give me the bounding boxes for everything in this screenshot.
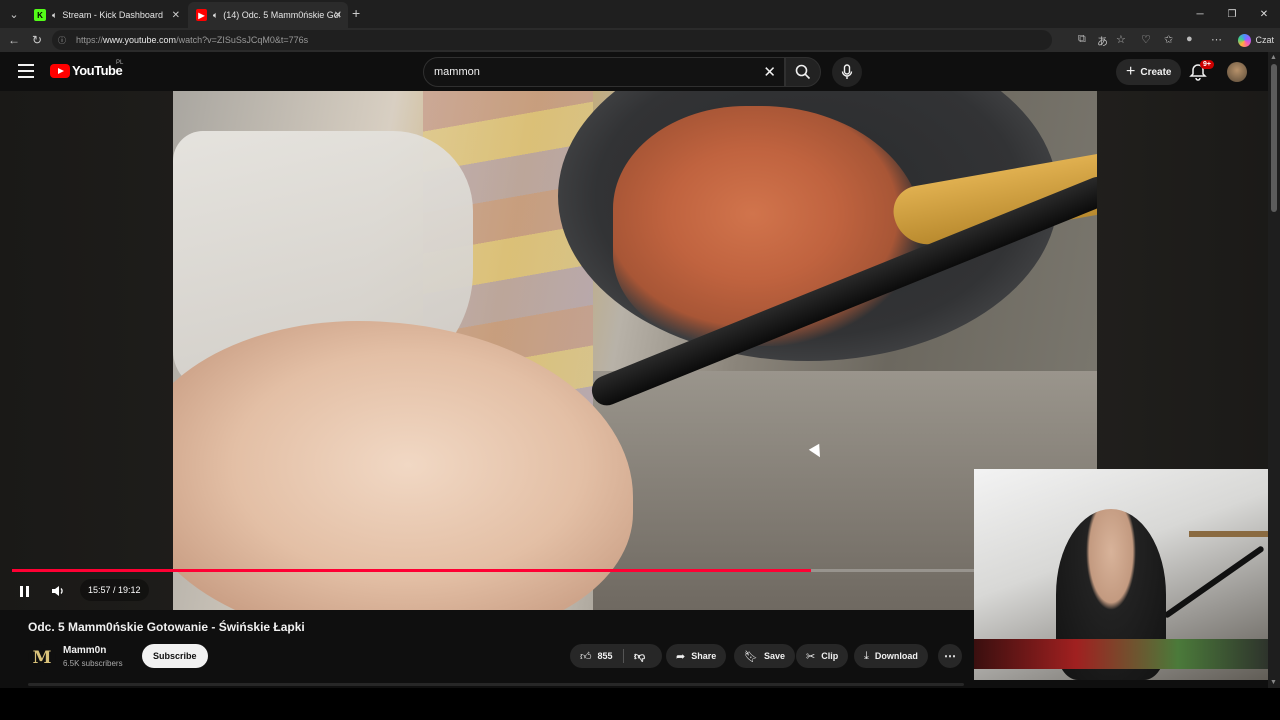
favorite-star-icon[interactable]: ☆	[1116, 33, 1126, 46]
youtube-wordmark: YouTube	[72, 63, 123, 78]
youtube-header: YouTube PL ✕ + Create 9+	[0, 52, 1268, 92]
like-dislike-group: 👍︎ 855 👎︎	[570, 644, 662, 668]
address-toolbar: ← ↻ ⓘ https://www.youtube.com/watch?v=ZI…	[0, 28, 1280, 52]
channel-avatar[interactable]: M	[28, 644, 56, 672]
thumbs-up-icon: 👍︎	[580, 650, 592, 663]
download-icon: ⤓	[864, 649, 869, 662]
maximize-icon[interactable]: ❐	[1216, 0, 1248, 28]
tab-title: (14) Odc. 5 Mamm0ńskie Gotow	[223, 10, 340, 20]
download-button[interactable]: ⤓ Download	[854, 644, 928, 668]
plus-icon: +	[1126, 63, 1136, 80]
browser-essentials-icon[interactable]: ♡	[1141, 33, 1151, 46]
clip-button[interactable]: ✂ Clip	[796, 644, 849, 668]
close-window-icon[interactable]: ✕	[1248, 0, 1280, 28]
url-host: www.youtube.com	[103, 35, 177, 45]
like-button[interactable]: 👍︎ 855	[570, 644, 623, 668]
subscribe-button[interactable]: Subscribe	[142, 644, 208, 668]
new-tab-icon[interactable]: +	[352, 5, 360, 21]
browser-tab-bar: ⌄ K 🔈︎ Stream - Kick Dashboard ✕ ▶ 🔈︎ (1…	[0, 0, 1280, 28]
copilot-button[interactable]: Czat	[1238, 31, 1274, 49]
refresh-icon[interactable]: ↻	[29, 32, 45, 48]
share-button[interactable]: ➦ Share	[666, 644, 727, 668]
download-label: Download	[874, 651, 918, 661]
create-label: Create	[1140, 66, 1172, 78]
search-button[interactable]	[785, 57, 821, 87]
youtube-play-icon	[50, 63, 70, 78]
scroll-down-icon[interactable]: ▼	[1270, 679, 1277, 686]
favorites-icon[interactable]: ✩	[1164, 33, 1173, 46]
save-button[interactable]: 🔖︎ Save	[734, 644, 795, 668]
share-label: Share	[691, 651, 717, 661]
voice-search-button[interactable]	[832, 57, 862, 87]
kick-logo-icon: K	[34, 9, 46, 21]
pause-icon	[19, 585, 23, 597]
country-code: PL	[116, 60, 124, 66]
settings-more-icon[interactable]: ⋯	[1211, 33, 1222, 46]
description-box-edge	[28, 683, 964, 686]
translate-icon[interactable]: あ	[1097, 33, 1108, 49]
search-input[interactable]	[434, 66, 734, 78]
minimize-icon[interactable]: ─	[1184, 0, 1216, 28]
share-arrow-icon: ➦	[676, 650, 686, 663]
more-actions-button[interactable]: ⋯	[938, 644, 962, 668]
copilot-label: Czat	[1255, 35, 1274, 45]
page-scrollbar[interactable]: ▲ ▼	[1268, 52, 1280, 688]
notification-badge: 9+	[1200, 60, 1214, 69]
bottom-black-band	[0, 688, 1280, 720]
tab-kick-dashboard[interactable]: K 🔈︎ Stream - Kick Dashboard ✕	[26, 2, 186, 28]
scrollbar-thumb[interactable]	[1271, 64, 1277, 212]
window-controls: ─ ❐ ✕	[1184, 0, 1280, 28]
time-display: 15:57 / 19:12	[80, 579, 149, 601]
url-path: /watch?v=ZISuSsJCqM0&t=776s	[176, 35, 309, 45]
video-title: Odc. 5 Mamm0ńskie Gotowanie - Świńskie Ł…	[28, 620, 305, 634]
youtube-favicon-icon: ▶	[196, 9, 207, 21]
speaker-icon: 🔈︎	[52, 9, 58, 20]
scroll-up-icon[interactable]: ▲	[1270, 54, 1277, 61]
progress-played	[12, 569, 812, 572]
more-horizontal-icon: ⋯	[944, 649, 956, 663]
profile-icon[interactable]: ●	[1186, 33, 1193, 45]
search-box: ✕	[423, 57, 785, 87]
volume-icon	[52, 586, 63, 596]
search-icon	[795, 64, 811, 80]
volume-button[interactable]	[48, 581, 68, 601]
progress-bar[interactable]	[12, 569, 974, 572]
tab-title: Stream - Kick Dashboard	[62, 10, 163, 20]
clip-label: Clip	[821, 651, 839, 661]
copilot-icon	[1238, 33, 1252, 47]
save-label: Save	[763, 651, 785, 661]
tab-youtube-video[interactable]: ▶ 🔈︎ (14) Odc. 5 Mamm0ńskie Gotow ✕	[188, 2, 348, 28]
clear-search-icon[interactable]: ✕	[763, 63, 776, 81]
create-button[interactable]: + Create	[1116, 59, 1182, 85]
channel-name[interactable]: Mamm0n	[63, 645, 106, 656]
close-tab-icon[interactable]: ✕	[172, 10, 180, 21]
speaker-icon[interactable]: 🔈︎	[213, 10, 218, 21]
subscriber-count: 6.5K subscribers	[63, 659, 123, 668]
close-tab-icon[interactable]: ✕	[334, 10, 342, 21]
pause-button[interactable]	[14, 581, 34, 601]
video-frame[interactable]	[173, 91, 1097, 610]
microphone-icon	[841, 64, 853, 79]
back-arrow-icon[interactable]: ←	[6, 32, 22, 48]
url-field[interactable]: ⓘ https://www.youtube.com/watch?v=ZISuSs…	[52, 30, 1052, 50]
url-scheme: https://	[76, 35, 104, 45]
app-available-icon[interactable]: ⧉	[1078, 33, 1086, 46]
like-count: 855	[597, 651, 613, 661]
bookmark-icon: 🔖︎	[744, 650, 758, 663]
dislike-button[interactable]: 👎︎	[624, 650, 656, 663]
account-avatar[interactable]	[1227, 62, 1247, 82]
youtube-logo[interactable]: YouTube PL	[50, 60, 124, 78]
scissors-icon: ✂	[806, 650, 816, 663]
guide-menu-icon[interactable]	[18, 64, 34, 78]
site-info-icon[interactable]: ⓘ	[58, 35, 68, 45]
thumbs-down-icon: 👎︎	[633, 650, 646, 663]
streamer-webcam-overlay	[974, 469, 1280, 680]
tab-actions-menu-icon[interactable]: ⌄	[4, 4, 24, 24]
